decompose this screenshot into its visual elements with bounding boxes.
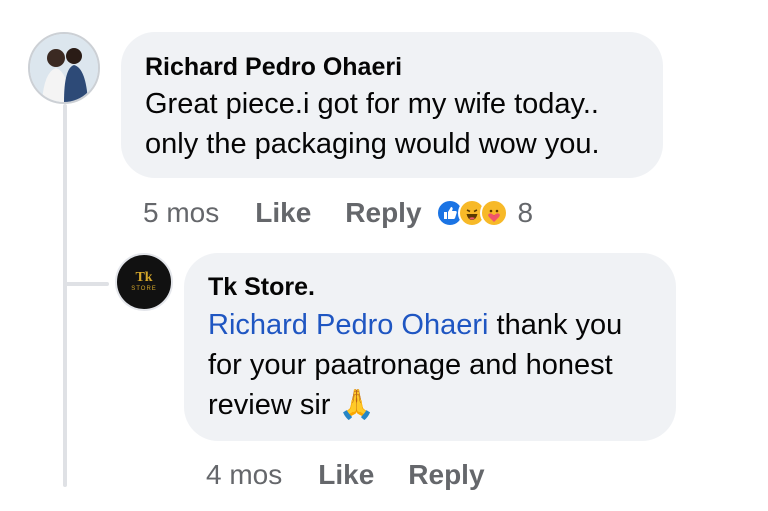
comment-text-line: for your paatronage and honest	[208, 349, 613, 381]
folded-hands-emoji: 🙏	[338, 389, 375, 421]
avatar[interactable]: Tk STORE	[115, 253, 173, 311]
thread-branch-line	[63, 282, 109, 286]
comment-bubble: Richard Pedro Ohaeri Great piece.i got f…	[121, 32, 663, 178]
avatar[interactable]	[28, 32, 100, 104]
like-button[interactable]: Like	[255, 197, 311, 229]
comment-author[interactable]: Tk Store.	[208, 272, 652, 302]
reply-bubble: Tk Store. Richard Pedro Ohaeri thank you…	[184, 253, 676, 441]
store-logo-subtext: STORE	[131, 286, 157, 292]
like-button[interactable]: Like	[318, 459, 374, 491]
thread-line	[63, 104, 67, 487]
comment-actions: 5 mos Like Reply 8	[143, 193, 533, 233]
reaction-count: 8	[517, 197, 534, 228]
reply-button[interactable]: Reply	[408, 459, 484, 491]
mention-link[interactable]: Richard Pedro Ohaeri	[208, 309, 488, 341]
comment-author[interactable]: Richard Pedro Ohaeri	[145, 52, 639, 82]
comment-text-line: only the packaging would wow you.	[145, 128, 600, 160]
reply-button[interactable]: Reply	[345, 197, 421, 229]
reply-actions: 4 mos Like Reply	[206, 455, 485, 495]
store-logo-icon: Tk	[135, 270, 153, 285]
comment-text-line: thank you	[488, 309, 623, 341]
care-icon	[479, 199, 508, 227]
comment-timestamp[interactable]: 5 mos	[143, 197, 219, 229]
reactions-summary[interactable]: 8	[435, 197, 534, 229]
profile-photo-icon	[30, 34, 98, 102]
comment-timestamp[interactable]: 4 mos	[206, 459, 282, 491]
comment-text: Richard Pedro Ohaeri thank you for your …	[208, 305, 652, 425]
comment-text-line: Great piece.i got for my wife today..	[145, 88, 599, 120]
comment-text-line: review sir	[208, 389, 339, 421]
comment-text: Great piece.i got for my wife today.. on…	[145, 84, 639, 164]
